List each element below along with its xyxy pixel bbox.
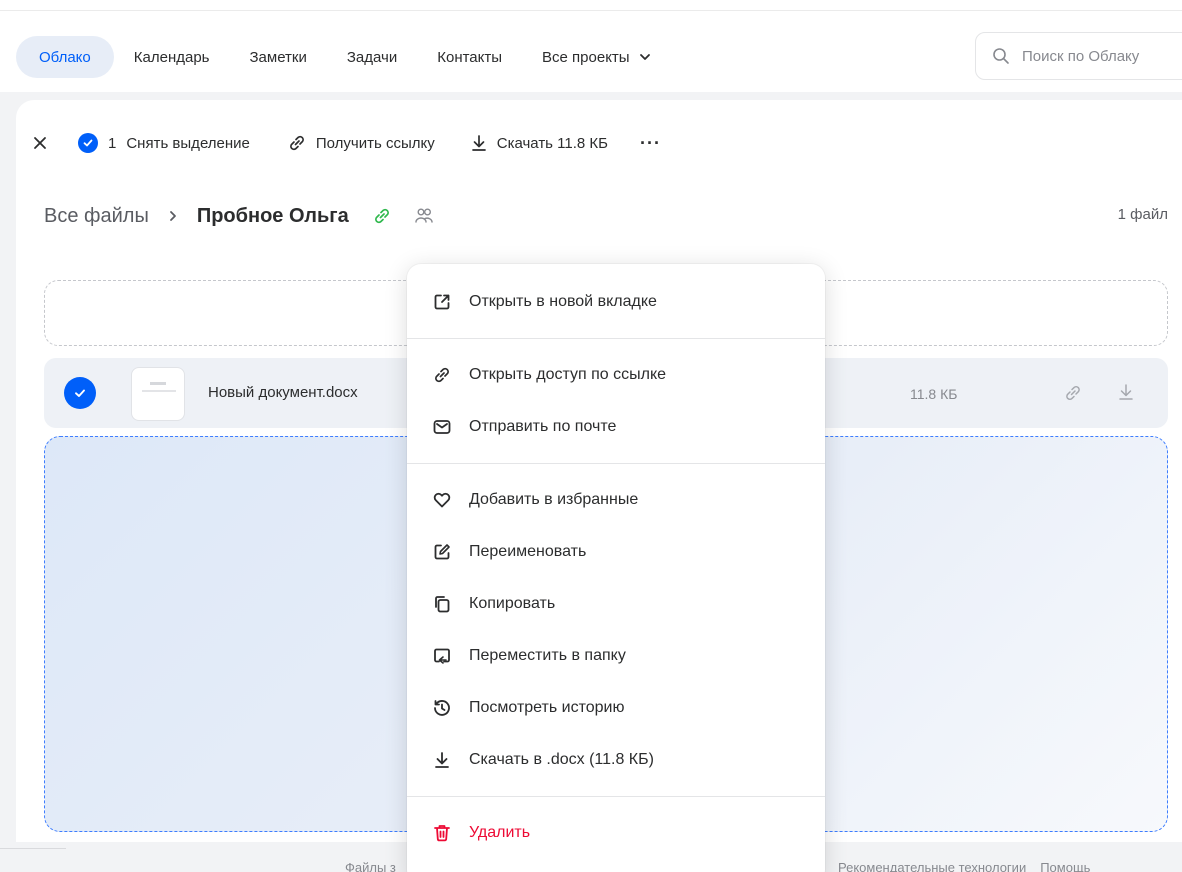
close-selection-button[interactable] bbox=[28, 131, 52, 155]
link-icon bbox=[286, 132, 308, 154]
row-checkbox[interactable] bbox=[64, 377, 96, 409]
menu-divider bbox=[407, 796, 825, 797]
top-divider bbox=[0, 10, 1182, 11]
move-folder-icon bbox=[431, 645, 453, 667]
footer-links: Рекомендательные технологии Помощь bbox=[838, 860, 1090, 872]
deselect-button[interactable]: Снять выделение bbox=[126, 135, 250, 152]
nav-item-label: Облако bbox=[39, 48, 91, 66]
context-menu: Открыть в новой вкладке Открыть доступ п… bbox=[407, 264, 825, 872]
nav-item-cloud[interactable]: Облако bbox=[16, 36, 114, 78]
nav-item-label: Календарь bbox=[133, 48, 210, 66]
nav-item-label: Все проекты bbox=[542, 48, 630, 66]
mail-icon bbox=[431, 416, 453, 438]
download-button[interactable]: Скачать 11.8 КБ bbox=[469, 133, 608, 153]
row-link-icon[interactable] bbox=[1062, 382, 1084, 404]
menu-item-label: Переименовать bbox=[469, 543, 587, 560]
menu-item-label: Переместить в папку bbox=[469, 647, 626, 664]
menu-item-label: Отправить по почте bbox=[469, 418, 617, 435]
copy-icon bbox=[431, 593, 453, 615]
menu-item-history[interactable]: Посмотреть историю bbox=[407, 682, 825, 734]
menu-divider bbox=[407, 338, 825, 339]
menu-item-add-favorites[interactable]: Добавить в избранные bbox=[407, 474, 825, 526]
shared-link-icon[interactable] bbox=[371, 205, 393, 227]
menu-item-label: Добавить в избранные bbox=[469, 491, 639, 508]
row-download-icon[interactable] bbox=[1116, 382, 1136, 402]
download-icon bbox=[469, 133, 489, 153]
trash-icon bbox=[431, 822, 453, 844]
nav-item-label: Заметки bbox=[249, 48, 307, 66]
search-icon bbox=[992, 47, 1010, 65]
chevron-down-icon bbox=[638, 50, 652, 64]
menu-item-label: Посмотреть историю bbox=[469, 699, 625, 716]
edit-icon bbox=[431, 541, 453, 563]
menu-item-download[interactable]: Скачать в .docx (11.8 КБ) bbox=[407, 734, 825, 786]
footer-divider bbox=[0, 848, 66, 849]
nav-item-label: Задачи bbox=[346, 48, 398, 66]
search-box[interactable] bbox=[975, 32, 1182, 80]
download-icon bbox=[431, 749, 453, 771]
main-nav: Облако Календарь Заметки Задачи Контакты… bbox=[16, 36, 672, 78]
file-count: 1 файл bbox=[1117, 206, 1168, 223]
file-size: 11.8 КБ bbox=[910, 386, 958, 402]
users-icon[interactable] bbox=[413, 205, 435, 227]
breadcrumb-root[interactable]: Все файлы bbox=[44, 205, 149, 228]
more-button[interactable]: ··· bbox=[640, 133, 661, 154]
menu-item-label: Удалить bbox=[469, 824, 531, 841]
download-label: Скачать 11.8 КБ bbox=[496, 134, 608, 152]
menu-item-send-email[interactable]: Отправить по почте bbox=[407, 401, 825, 453]
menu-item-share-link[interactable]: Открыть доступ по ссылке bbox=[407, 349, 825, 401]
footer-link-help[interactable]: Помощь bbox=[1040, 860, 1090, 872]
chevron-right-icon bbox=[167, 209, 179, 223]
menu-divider bbox=[407, 463, 825, 464]
nav-item-notes[interactable]: Заметки bbox=[229, 36, 326, 78]
menu-item-move[interactable]: Переместить в папку bbox=[407, 630, 825, 682]
menu-item-label: Открыть доступ по ссылке bbox=[469, 366, 667, 383]
link-icon bbox=[431, 364, 453, 386]
heart-icon bbox=[431, 489, 453, 511]
file-name[interactable]: Новый документ.docx bbox=[208, 384, 358, 401]
menu-item-open-new-tab[interactable]: Открыть в новой вкладке bbox=[407, 276, 825, 328]
nav-item-contacts[interactable]: Контакты bbox=[417, 36, 522, 78]
menu-item-rename[interactable]: Переименовать bbox=[407, 526, 825, 578]
selection-toolbar: 1 Снять выделение Получить ссылку Скачат… bbox=[28, 125, 661, 161]
close-icon bbox=[33, 136, 47, 150]
footer-link-recommend[interactable]: Рекомендательные технологии bbox=[838, 860, 1026, 872]
document-thumbnail bbox=[131, 367, 185, 421]
menu-item-label: Копировать bbox=[469, 595, 556, 612]
breadcrumb: Все файлы Пробное Ольга bbox=[44, 200, 435, 232]
nav-item-all-projects[interactable]: Все проекты bbox=[522, 36, 672, 78]
history-icon bbox=[431, 697, 453, 719]
nav-item-calendar[interactable]: Календарь bbox=[114, 36, 230, 78]
menu-item-label: Открыть в новой вкладке bbox=[469, 293, 657, 310]
get-link-button[interactable]: Получить ссылку bbox=[286, 132, 435, 154]
footer-text: Файлы з bbox=[345, 860, 396, 872]
get-link-label: Получить ссылку bbox=[315, 134, 435, 152]
search-input[interactable] bbox=[1022, 47, 1182, 65]
nav-item-tasks[interactable]: Задачи bbox=[327, 36, 417, 78]
selected-check-icon bbox=[78, 133, 98, 153]
menu-item-label: Скачать в .docx (11.8 КБ) bbox=[469, 751, 654, 768]
top-bar: Облако Календарь Заметки Задачи Контакты… bbox=[0, 0, 1182, 92]
selected-count: 1 bbox=[108, 134, 117, 152]
breadcrumb-current: Пробное Ольга bbox=[196, 204, 349, 227]
external-link-icon bbox=[431, 291, 453, 313]
menu-item-delete[interactable]: Удалить bbox=[407, 807, 825, 859]
nav-item-label: Контакты bbox=[437, 48, 503, 66]
menu-item-copy[interactable]: Копировать bbox=[407, 578, 825, 630]
